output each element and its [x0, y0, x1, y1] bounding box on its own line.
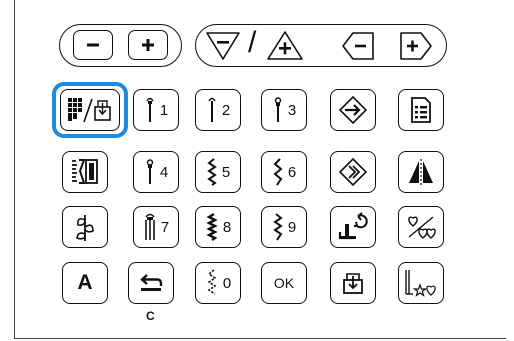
stitch-number: 8: [222, 218, 232, 236]
stitch-number: 2: [221, 101, 231, 119]
straight-stitch-icon: [146, 159, 154, 184]
triangle-minus-icon: [206, 32, 240, 60]
stitch-number: 1: [159, 101, 169, 119]
zigzag-stitch-icon: [207, 158, 217, 186]
stitch-1-button[interactable]: 1: [133, 89, 179, 131]
stitch-grid-icon: [68, 98, 111, 123]
frame-bottom-line: [14, 338, 506, 339]
stitch-3-button[interactable]: 3: [261, 89, 307, 131]
stitch-number: 7: [160, 218, 170, 236]
zigzag-stitch-icon: [207, 269, 217, 295]
right-arrow-plus-icon: [400, 32, 432, 60]
heart-pattern-button[interactable]: [398, 206, 444, 248]
next-button[interactable]: [330, 89, 376, 131]
character-button[interactable]: A: [62, 262, 108, 304]
stitch-8-button[interactable]: 8: [195, 206, 241, 248]
straight-stitch-icon: [146, 97, 154, 122]
save-box-icon: [343, 273, 363, 294]
zigzag-stitch-icon: [273, 158, 283, 186]
stitch-7-button[interactable]: 7: [133, 206, 179, 248]
stitch-5-button[interactable]: 5: [195, 151, 241, 193]
length-minus-button[interactable]: [203, 29, 243, 63]
length-separator: /: [248, 26, 257, 59]
left-adjust-button[interactable]: [340, 30, 376, 62]
minus-icon: [87, 43, 99, 47]
straight-stitch-icon: [274, 97, 282, 122]
stitch-pattern-preview-icon: [405, 270, 436, 297]
stitch-9-button[interactable]: 9: [261, 206, 307, 248]
heart-pattern-icon: [408, 216, 436, 239]
width-plus-button[interactable]: [128, 30, 168, 60]
buttonhole-button[interactable]: [62, 151, 108, 193]
stitch-number: 4: [159, 163, 169, 181]
ok-button-label: OK: [273, 275, 295, 291]
save-pattern-button[interactable]: [330, 262, 376, 304]
memory-button[interactable]: [398, 89, 444, 131]
pattern-preview-button[interactable]: [398, 262, 444, 304]
arrow-right-icon: [338, 95, 368, 125]
straight-stitch-icon: [208, 97, 216, 122]
presser-foot-button[interactable]: [330, 206, 376, 248]
stitch-number: 9: [287, 218, 297, 236]
zigzag-stitch-icon: [206, 212, 218, 241]
return-arrow-icon: [140, 274, 163, 291]
frame-left-line: [14, 0, 15, 338]
triangle-plus-icon: [267, 31, 303, 60]
decorative-button[interactable]: [62, 206, 108, 248]
right-adjust-button[interactable]: [398, 30, 434, 62]
left-arrow-minus-icon: [342, 32, 374, 60]
zigzag-stitch-icon: [273, 213, 283, 241]
stitch-number: 3: [287, 101, 297, 119]
stitch-number: 0: [222, 274, 232, 292]
mirror-button[interactable]: [398, 151, 444, 193]
stitch-2-button[interactable]: 2: [195, 89, 241, 131]
stitch-0-button[interactable]: 0: [195, 262, 241, 304]
stitch-number: 5: [221, 163, 231, 181]
return-button[interactable]: [128, 262, 174, 304]
diamond-arrow-icon: [338, 157, 368, 187]
triple-stitch-icon: [145, 213, 155, 240]
ok-button[interactable]: OK: [261, 262, 307, 304]
stitch-pattern-select-button[interactable]: [60, 89, 120, 131]
decorative-leaf-icon: [76, 215, 94, 241]
width-minus-button[interactable]: [73, 30, 113, 60]
stitch-number: 6: [287, 163, 297, 181]
length-plus-button[interactable]: [265, 29, 305, 63]
stitch-6-button[interactable]: 6: [261, 151, 307, 193]
reinforce-button[interactable]: [330, 151, 376, 193]
letter-a-icon: A: [77, 271, 93, 294]
buttonhole-icon: [72, 159, 98, 184]
memo-list-icon: [411, 97, 431, 123]
mirror-icon: [409, 159, 433, 185]
return-button-caption: C: [146, 309, 155, 323]
stitch-4-button[interactable]: 4: [133, 151, 179, 193]
plus-icon: [142, 39, 154, 51]
presser-foot-icon: [338, 212, 368, 240]
